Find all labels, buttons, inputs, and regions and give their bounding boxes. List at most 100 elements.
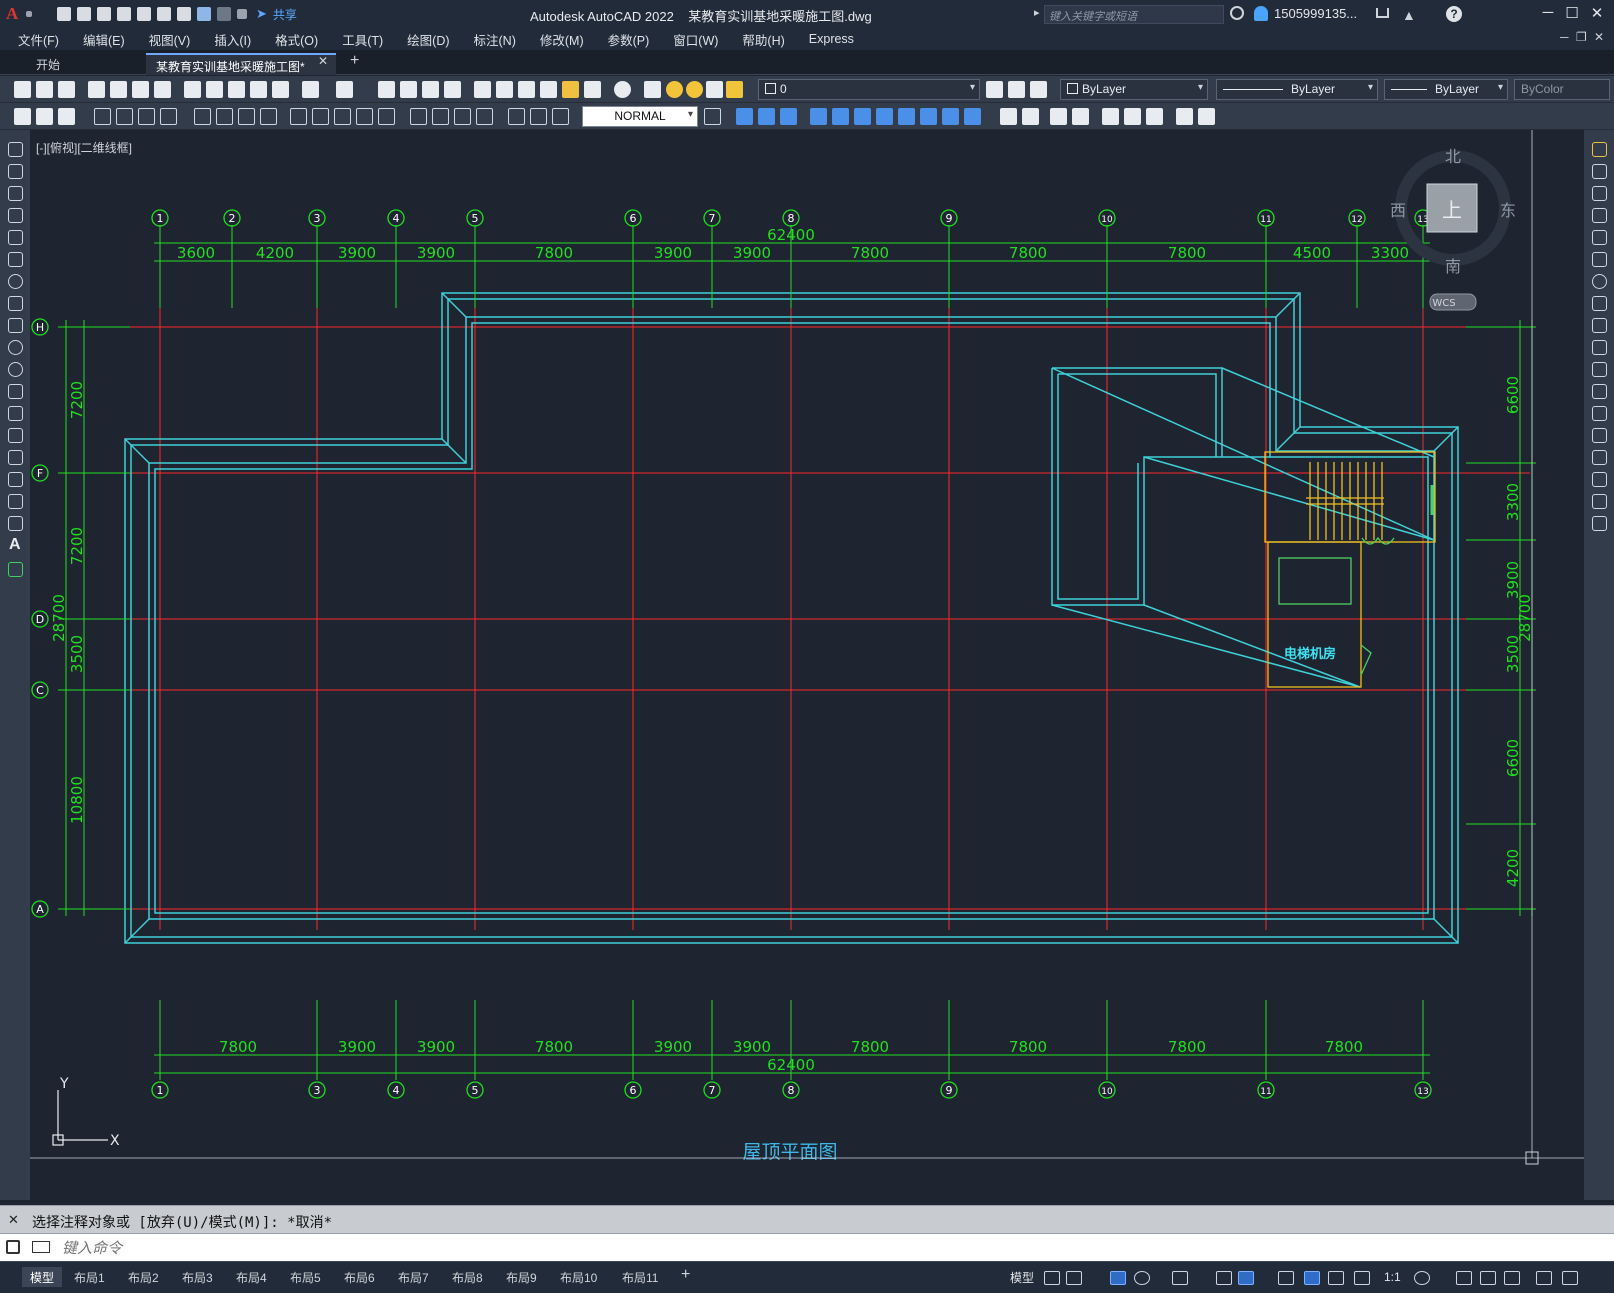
zoom-window-icon[interactable] [422, 81, 439, 98]
annotation-scale[interactable]: 1:1 [1384, 1270, 1401, 1284]
tab-layout9[interactable]: 布局9 [498, 1267, 545, 1287]
app-logo[interactable]: A [6, 4, 26, 24]
plotstyle-select[interactable]: ByColor [1514, 79, 1610, 100]
tab-model[interactable]: 模型 [22, 1267, 63, 1287]
menu-insert[interactable]: 插入(I) [214, 30, 251, 49]
object-snap-icon[interactable] [1238, 1271, 1254, 1285]
share-icon[interactable]: ➤ [256, 6, 267, 22]
layer-properties-icon[interactable] [644, 81, 661, 98]
layer-previous-icon[interactable] [1008, 81, 1025, 98]
new-tab-button[interactable]: + [350, 52, 359, 70]
close-button[interactable]: ✕ [1584, 4, 1610, 24]
menu-edit[interactable]: 编辑(E) [83, 30, 125, 49]
maximize-button[interactable]: ☐ [1559, 4, 1585, 24]
markup-icon[interactable] [562, 81, 579, 98]
mirror-icon[interactable] [1592, 186, 1607, 201]
extrude-icon[interactable] [810, 108, 827, 125]
interfere-icon[interactable] [964, 108, 981, 125]
clean-screen-icon[interactable] [1536, 1271, 1552, 1285]
menu-modify[interactable]: 修改(M) [540, 30, 584, 49]
autodesk-app-icon[interactable]: ▲ [1402, 7, 1416, 23]
sun-icon[interactable] [686, 81, 703, 98]
color-select[interactable]: ByLayer ▾ [1060, 79, 1208, 100]
text-style-select[interactable]: NORMAL ▾ [582, 106, 698, 127]
doc-restore-button[interactable]: ❐ [1576, 30, 1587, 44]
loft-icon[interactable] [876, 108, 893, 125]
array-icon[interactable] [1592, 230, 1607, 245]
box-icon[interactable] [1050, 108, 1067, 125]
tab-layout8[interactable]: 布局8 [444, 1267, 491, 1287]
help-icon[interactable]: ? [1446, 6, 1462, 22]
open-icon[interactable] [36, 81, 53, 98]
multiline-text-icon[interactable]: A [9, 536, 21, 554]
join-icon[interactable] [1592, 428, 1607, 443]
command-input[interactable] [62, 1237, 1602, 1259]
cone-icon[interactable] [1124, 108, 1141, 125]
menu-express[interactable]: Express [809, 32, 854, 46]
circle-icon[interactable] [8, 274, 23, 289]
pyramid-icon[interactable] [1198, 108, 1215, 125]
offset-icon[interactable] [1592, 208, 1607, 223]
scale-icon[interactable] [1592, 296, 1607, 311]
menu-window[interactable]: 窗口(W) [673, 30, 718, 49]
stretch-icon[interactable] [1592, 318, 1607, 333]
doc-close-button[interactable]: ✕ [1594, 30, 1604, 44]
inspect-icon[interactable] [378, 108, 395, 125]
torus-icon[interactable] [1176, 108, 1193, 125]
paste-icon[interactable] [228, 81, 245, 98]
freeze-viewport-icon[interactable] [706, 81, 723, 98]
isolate-objects-icon[interactable] [1480, 1271, 1496, 1285]
dim-baseline-icon[interactable] [238, 108, 255, 125]
dim-continue-icon[interactable] [260, 108, 277, 125]
model-space-button[interactable]: 模型 [1010, 1269, 1034, 1286]
lineweight-icon[interactable] [1278, 1271, 1294, 1285]
viewcube[interactable]: 上 北 南 东 西 WCS [1390, 147, 1516, 311]
dim-update-icon[interactable] [476, 108, 493, 125]
save-icon[interactable] [58, 81, 75, 98]
grid-icon[interactable] [1044, 1271, 1060, 1285]
design-center-icon[interactable] [496, 81, 513, 98]
viewcube-south[interactable]: 南 [1445, 257, 1461, 276]
tab-close-icon[interactable]: ✕ [318, 54, 328, 68]
explode-icon[interactable] [1592, 516, 1607, 531]
zoom-realtime-icon[interactable] [400, 81, 417, 98]
gear-icon[interactable] [1414, 1271, 1430, 1285]
tab-layout2[interactable]: 布局2 [120, 1267, 167, 1287]
menu-file[interactable]: 文件(F) [18, 30, 59, 49]
tab-document[interactable]: 某教育实训基地采暖施工图* [146, 53, 336, 75]
dim-ordinate-icon[interactable] [94, 108, 111, 125]
union-icon[interactable] [736, 108, 753, 125]
user-icon[interactable] [1254, 6, 1268, 21]
redo-icon[interactable] [336, 81, 353, 98]
rectangle-icon[interactable] [8, 230, 23, 245]
menu-help[interactable]: 帮助(H) [742, 30, 784, 49]
publish-icon[interactable] [132, 81, 149, 98]
revision-cloud-icon[interactable] [8, 296, 23, 311]
annotation-visibility-icon[interactable] [1304, 1271, 1320, 1285]
dim-diameter-icon[interactable] [160, 108, 177, 125]
dim-text-edit-icon[interactable] [454, 108, 471, 125]
new-file-icon[interactable] [57, 7, 71, 21]
polyline-icon[interactable] [8, 186, 23, 201]
ellipse-arc-icon[interactable] [8, 362, 23, 377]
save-as-icon[interactable] [117, 7, 131, 21]
layer-select[interactable]: 0 ▾ [758, 79, 980, 100]
lock-icon[interactable] [726, 81, 743, 98]
tab-layout11[interactable]: 布局11 [614, 1267, 666, 1287]
break-at-point-icon[interactable] [1592, 384, 1607, 399]
center-mark-icon[interactable] [356, 108, 373, 125]
blend-curves-icon[interactable] [1592, 494, 1607, 509]
polygon-icon[interactable] [8, 208, 23, 223]
ellipse-icon[interactable] [8, 340, 23, 355]
sphere-icon[interactable] [1146, 108, 1163, 125]
tool-palettes-icon[interactable] [518, 81, 535, 98]
jogged-linear-icon[interactable] [410, 108, 427, 125]
chevron-down-icon[interactable] [26, 11, 32, 17]
chamfer-icon[interactable] [1592, 450, 1607, 465]
break-icon[interactable] [1592, 406, 1607, 421]
match-properties-icon[interactable] [250, 81, 267, 98]
section-plane-icon[interactable] [1000, 108, 1017, 125]
menu-dimension[interactable]: 标注(N) [474, 30, 516, 49]
move-icon[interactable] [1592, 252, 1607, 267]
dim-aligned-icon[interactable] [36, 108, 53, 125]
